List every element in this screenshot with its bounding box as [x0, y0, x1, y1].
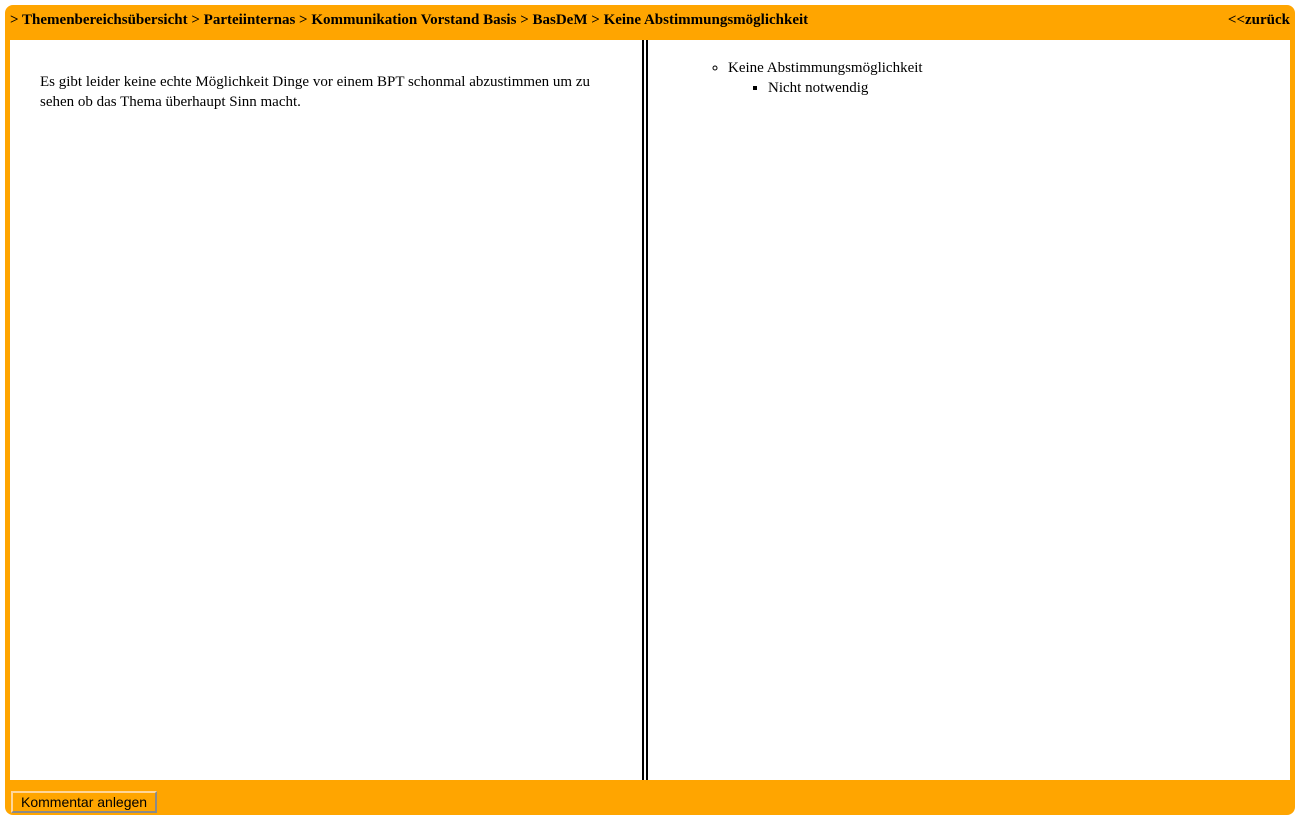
breadcrumb-item-basdem[interactable]: BasDeM: [533, 12, 588, 28]
create-comment-button[interactable]: Kommentar anlegen: [11, 791, 158, 813]
footer-bar: Kommentar anlegen: [5, 780, 1295, 815]
breadcrumb-separator: >: [587, 12, 604, 28]
page-frame: > Themenbereichsübersicht > Parteiintern…: [5, 5, 1295, 815]
breadcrumb-item-themenbereichsuebersicht[interactable]: Themenbereichsübersicht: [22, 12, 188, 28]
tree-item-label[interactable]: Keine Abstimmungsmöglichkeit: [728, 60, 923, 76]
back-link[interactable]: <<zurück: [1228, 12, 1290, 29]
left-pane: Es gibt leider keine echte Möglichkeit D…: [10, 40, 642, 780]
breadcrumb-separator: >: [187, 12, 204, 28]
header-bar: > Themenbereichsübersicht > Parteiintern…: [5, 5, 1295, 39]
tree-children: Nicht notwendig: [728, 78, 923, 98]
topic-tree: Keine Abstimmungsmöglichkeit Nicht notwe…: [688, 58, 923, 98]
topic-description: Es gibt leider keine echte Möglichkeit D…: [40, 74, 591, 110]
breadcrumb-item-parteiinternas[interactable]: Parteiinternas: [204, 12, 296, 28]
tree-item: Keine Abstimmungsmöglichkeit Nicht notwe…: [728, 58, 923, 98]
breadcrumb: > Themenbereichsübersicht > Parteiintern…: [10, 12, 808, 29]
breadcrumb-separator: >: [295, 12, 312, 28]
breadcrumb-item-current: Keine Abstimmungsmöglichkeit: [603, 12, 809, 28]
right-pane: Keine Abstimmungsmöglichkeit Nicht notwe…: [648, 40, 1290, 780]
content-area: Es gibt leider keine echte Möglichkeit D…: [10, 40, 1290, 780]
tree-child-item: Nicht notwendig: [768, 78, 923, 98]
tree-child-label[interactable]: Nicht notwendig: [768, 80, 868, 96]
breadcrumb-item-kommunikation-vorstand-basis[interactable]: Kommunikation Vorstand Basis: [311, 12, 516, 28]
breadcrumb-separator: >: [516, 12, 533, 28]
breadcrumb-separator: >: [10, 12, 23, 28]
